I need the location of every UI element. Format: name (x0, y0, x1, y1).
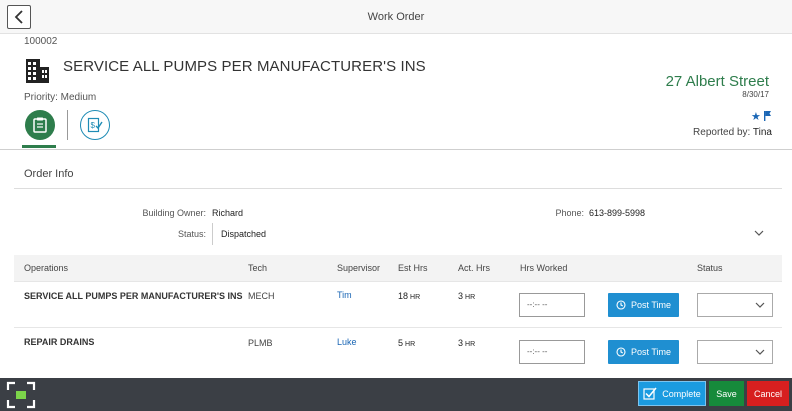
tab-divider (67, 110, 68, 140)
clock-history-icon (616, 347, 626, 357)
status-value: Dispatched (221, 229, 267, 239)
row-1-act-unit: HR (465, 294, 476, 301)
col-hrs-worked: Hrs Worked (520, 263, 568, 273)
scan-icon[interactable] (6, 381, 36, 409)
tab-costs[interactable]: $ (80, 110, 110, 140)
row-1-status-select[interactable] (697, 293, 773, 317)
page-title: Work Order (367, 11, 425, 23)
row-1-act-value: 3 (458, 291, 464, 301)
address: 27 Albert Street (665, 73, 769, 90)
top-bar: Work Order (0, 0, 792, 34)
row-1-est-hrs: 18 HR (398, 291, 420, 301)
row-2-act-value: 3 (458, 338, 464, 348)
row-1-post-time-button[interactable]: Post Time (608, 293, 679, 317)
chevron-down-icon (755, 349, 765, 355)
row-2-hrs-worked-input[interactable]: --:-- -- (519, 340, 585, 364)
row-2-est-hrs: 5 HR (398, 338, 415, 348)
complete-label: Complete (662, 388, 701, 399)
chevron-down-icon (754, 230, 764, 236)
col-operations: Operations (24, 263, 69, 273)
row-2-est-unit: HR (405, 341, 416, 348)
row-2-post-time-button[interactable]: Post Time (608, 340, 679, 364)
complete-button[interactable]: Complete (638, 381, 706, 406)
status-label: Status: (177, 229, 206, 239)
row-2-est-value: 5 (398, 338, 404, 348)
row-2-status-select[interactable] (697, 340, 773, 364)
cancel-button[interactable]: Cancel (747, 381, 789, 406)
row-2-operation: REPAIR DRAINS (24, 337, 95, 347)
building-owner-value: Richard (212, 208, 244, 218)
phone-value: 613-899-5998 (589, 208, 646, 218)
work-order-title: SERVICE ALL PUMPS PER MANUFACTURER'S INS (63, 58, 426, 75)
order-id: 100002 (24, 36, 58, 47)
building-owner-label: Building Owner: (142, 208, 206, 218)
invoice-check-icon: $ (87, 117, 103, 133)
header-divider (0, 149, 792, 150)
row-1-est-value: 18 (398, 291, 409, 301)
flag-icon[interactable] (764, 111, 772, 121)
row-1-tech: MECH (248, 291, 275, 301)
phone-label: Phone: (555, 208, 584, 218)
section-title: Order Info (24, 168, 74, 180)
row-1-est-unit: HR (410, 294, 421, 301)
row-2-supervisor[interactable]: Luke (337, 337, 357, 347)
row-1-act-hrs: 3 HR (458, 291, 475, 301)
row-2-post-time-label: Post Time (630, 347, 671, 357)
reported-by-name: Tina (752, 127, 772, 138)
section-divider (14, 188, 782, 189)
reported-by-label: Reported by: (693, 127, 751, 138)
save-button[interactable]: Save (709, 381, 744, 406)
col-act-hrs: Act. Hrs (458, 263, 491, 273)
col-tech: Tech (248, 263, 268, 273)
row-1-supervisor[interactable]: Tim (337, 290, 352, 300)
row-divider (14, 327, 782, 328)
building-icon (26, 59, 49, 83)
row-1-hrs-worked-input[interactable]: --:-- -- (519, 293, 585, 317)
reported-by: Reported by: Tina (693, 127, 772, 138)
col-supervisor: Supervisor (337, 263, 381, 273)
col-status: Status (697, 263, 723, 273)
col-est-hrs: Est Hrs (398, 263, 428, 273)
checkbox-icon (643, 387, 657, 400)
clipboard-icon (33, 117, 47, 133)
row-2-act-unit: HR (465, 341, 476, 348)
priority-label: Priority: Medium (24, 92, 97, 103)
tab-order-info[interactable] (25, 110, 55, 140)
row-2-act-hrs: 3 HR (458, 338, 475, 348)
svg-text:$: $ (91, 121, 96, 130)
chevron-down-icon (755, 302, 765, 308)
row-divider (14, 281, 782, 282)
row-1-operation: SERVICE ALL PUMPS PER MANUFACTURER'S INS (24, 291, 243, 301)
row-1-post-time-label: Post Time (630, 300, 671, 310)
active-tab-indicator (22, 145, 56, 148)
clock-history-icon (616, 300, 626, 310)
order-date: 8/30/17 (742, 90, 769, 99)
row-2-tech: PLMB (248, 338, 273, 348)
star-icon[interactable]: ★ (751, 110, 761, 123)
status-select[interactable]: Dispatched (212, 223, 770, 245)
